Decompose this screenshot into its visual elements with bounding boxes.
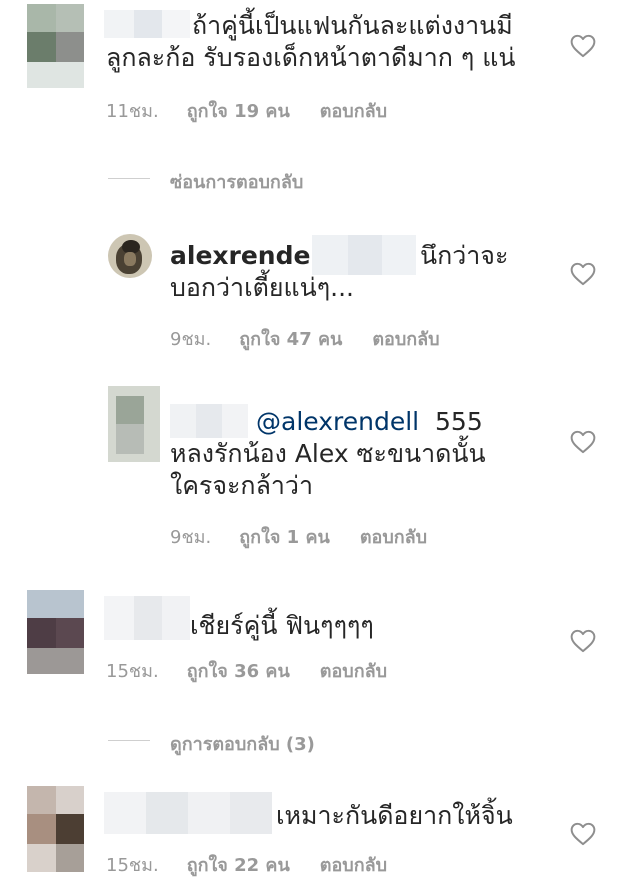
timestamp: 9ชม. [170,527,212,548]
thread-divider [108,740,150,741]
comment-text: เหมาะกันดีอยากให้จิ้น [276,801,513,830]
avatar-pixelated[interactable] [108,386,160,462]
comment-text: @alexrendell 555 หลงรักน้อง Alex ซะขนาดน… [170,406,530,502]
timestamp: 9ชม. [170,329,212,350]
heart-icon[interactable] [570,262,596,286]
comment-meta: 9ชม. ถูกใจ 1 คน ตอบกลับ [170,522,457,551]
timestamp: 11ชม. [106,101,159,122]
reply-button[interactable]: ตอบกลับ [320,101,387,122]
like-count[interactable]: ถูกใจ 1 คน [239,527,330,548]
reply-button[interactable]: ตอบกลับ [320,661,387,682]
username-redacted[interactable] [104,792,272,834]
like-count[interactable]: ถูกใจ 19 คน [187,101,290,122]
mention-link[interactable]: @alexrendell [256,407,419,436]
heart-icon[interactable] [570,430,596,454]
comment-text: เชียร์คู่นี้ ฟินๆๆๆๆ [190,611,374,640]
reply-button[interactable]: ตอบกลับ [372,329,439,350]
comment-meta: 15ชม. ถูกใจ 22 คน ตอบกลับ [106,850,417,879]
hide-replies-toggle[interactable]: ซ่อนการตอบกลับ [108,167,368,193]
view-replies-toggle[interactable]: ดูการตอบกลับ (3) [108,729,368,755]
comment-meta: 11ชม. ถูกใจ 19 คน ตอบกลับ [106,96,417,125]
username-redacted[interactable] [104,596,190,640]
heart-icon[interactable] [570,629,596,653]
avatar-pixelated[interactable] [27,590,84,674]
like-count[interactable]: ถูกใจ 22 คน [187,855,290,876]
like-count[interactable]: ถูกใจ 47 คน [239,329,342,350]
comment-text: นึกว่าจะบอกว่าเตี้ยแน่ๆ... [170,241,509,302]
timestamp: 15ชม. [106,661,159,682]
comment-meta: 15ชม. ถูกใจ 36 คน ตอบกลับ [106,656,417,685]
heart-icon[interactable] [570,822,596,846]
avatar-pixelated[interactable] [27,4,84,88]
timestamp: 15ชม. [106,855,159,876]
reply-button[interactable]: ตอบกลับ [320,855,387,876]
avatar-pixelated[interactable] [27,786,84,872]
view-replies-label: ดูการตอบกลับ (3) [170,734,315,755]
heart-icon[interactable] [570,34,596,58]
comment-meta: 9ชม. ถูกใจ 47 คน ตอบกลับ [170,324,470,353]
hide-replies-label: ซ่อนการตอบกลับ [170,172,304,193]
thread-divider [108,178,150,179]
comment-text: ถ้าคู่นี้เป็นแฟนกันละแต่งงานมีลูกละก้อ ร… [106,11,516,72]
avatar[interactable] [108,234,152,278]
like-count[interactable]: ถูกใจ 36 คน [187,661,290,682]
reply-button[interactable]: ตอบกลับ [360,527,427,548]
